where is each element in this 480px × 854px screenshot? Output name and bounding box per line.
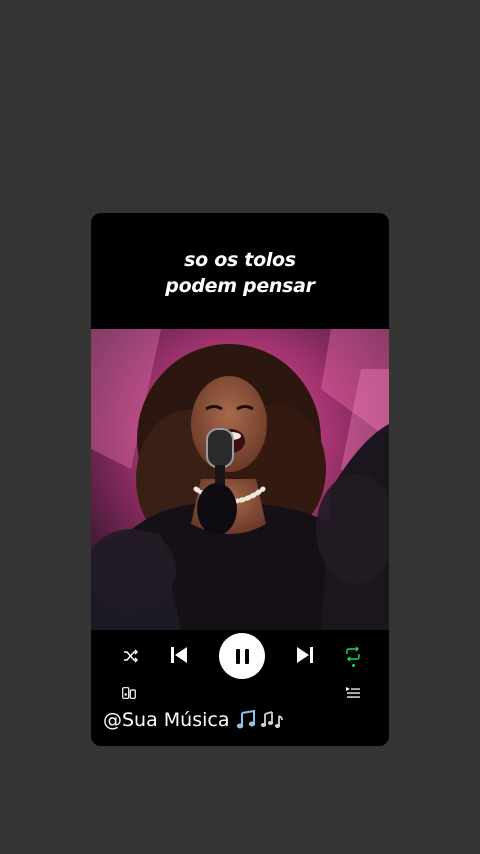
music-share-card[interactable]: so os tolos podem pensar @Sua Música [91,213,389,746]
skip-next-icon[interactable] [293,643,317,667]
connect-device-icon[interactable] [120,685,138,701]
repeat-icon[interactable] [342,644,364,670]
lyrics-line-1: so os tolos [184,249,296,271]
lyrics-panel: so os tolos podem pensar [91,213,389,331]
caption: @Sua Música [103,709,284,731]
player-controls: @Sua Música [91,630,389,746]
queue-icon[interactable] [344,685,362,701]
music-notes-icon [236,710,284,730]
pause-button[interactable] [219,633,265,679]
shuffle-icon[interactable] [120,645,142,667]
artist-photo [91,329,389,630]
repeat-active-dot [351,664,355,667]
caption-handle: @Sua Música [103,709,230,731]
pause-icon [235,648,249,664]
lyrics-line-2: podem pensar [165,275,315,297]
story-screen: so os tolos podem pensar @Sua Música [0,0,480,854]
skip-previous-icon[interactable] [167,643,191,667]
